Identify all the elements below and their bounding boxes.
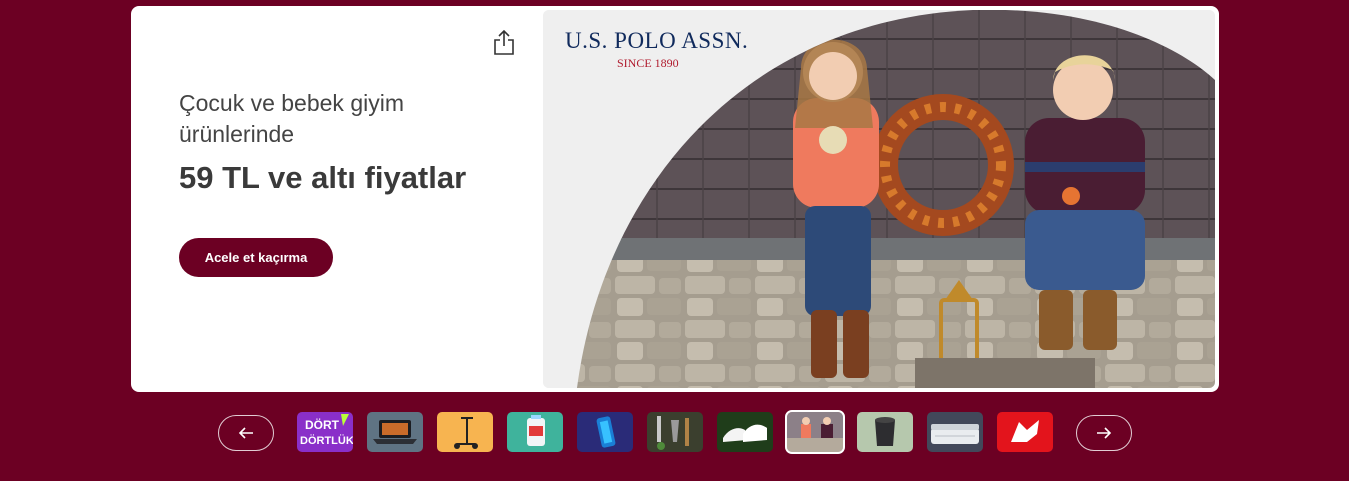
carousel-prev-button[interactable] xyxy=(218,415,274,451)
hero-image[interactable]: U.S. POLO ASSN. SINCE 1890 xyxy=(543,10,1215,388)
thumb-detergent[interactable] xyxy=(507,412,563,452)
brand-since: SINCE 1890 xyxy=(617,56,679,70)
svg-text:DÖRTLÜK: DÖRTLÜK xyxy=(300,434,353,447)
banner-headline: 59 TL ve altı fiyatlar xyxy=(179,160,467,195)
thumb-phone[interactable] xyxy=(577,412,633,452)
thumb-kids-clothing[interactable] xyxy=(785,410,845,454)
arrow-left-icon xyxy=(238,427,253,439)
thumb-brand-logo[interactable] xyxy=(997,412,1053,452)
thumb-laptop[interactable] xyxy=(367,412,423,452)
thumb-speaker[interactable] xyxy=(857,412,913,452)
brand-logo: U.S. POLO ASSN. xyxy=(565,28,749,53)
thumb-scooter[interactable] xyxy=(437,412,493,452)
campaign-banner[interactable]: Çocuk ve bebek giyim ürünlerinde 59 TL v… xyxy=(131,6,1219,392)
arrow-right-icon xyxy=(1097,427,1112,439)
carousel-next-button[interactable] xyxy=(1076,415,1132,451)
share-icon[interactable] xyxy=(491,28,517,56)
thumb-sneakers[interactable] xyxy=(717,412,773,452)
banner-subtitle: Çocuk ve bebek giyim ürünlerinde xyxy=(179,90,404,147)
thumb-mattress[interactable] xyxy=(927,412,983,452)
svg-text:DÖRT: DÖRT xyxy=(305,417,340,432)
cta-button[interactable]: Acele et kaçırma xyxy=(179,238,333,277)
thumb-dort-dortluk[interactable]: DÖRT DÖRTLÜK xyxy=(297,412,353,452)
thumb-garden-tools[interactable] xyxy=(647,412,703,452)
